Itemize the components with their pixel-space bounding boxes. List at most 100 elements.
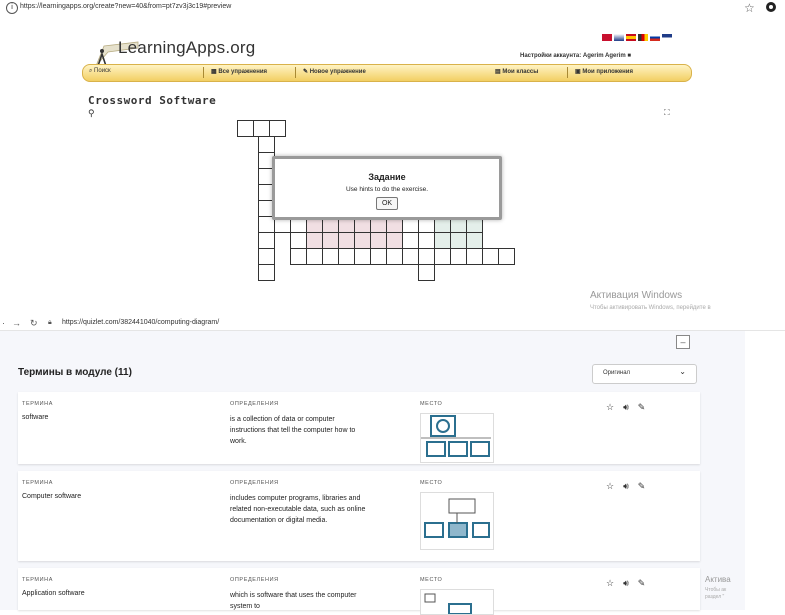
windows-activation-line-1: Чтобы ак: [705, 587, 727, 593]
definition-header: ОПРЕДЕЛЕНИЯ: [230, 401, 279, 407]
crossword-cell[interactable]: [434, 248, 451, 265]
bottom-url-text[interactable]: https://quizlet.com/382441040/computing-…: [62, 319, 219, 326]
my-apps-label: Мои приложения: [582, 69, 633, 75]
term-header: ТЕРМИНА: [22, 577, 54, 583]
crossword-cell[interactable]: [338, 232, 355, 249]
ok-button[interactable]: OK: [376, 197, 398, 210]
audio-icon[interactable]: 🔊︎: [623, 402, 638, 412]
star-icon[interactable]: ☆: [606, 481, 623, 491]
sort-order-value: Оригинал: [603, 370, 631, 376]
crossword-cell[interactable]: [290, 232, 307, 249]
sort-order-select[interactable]: Оригинал ⌄: [592, 364, 697, 384]
crossword-cell[interactable]: [402, 248, 419, 265]
crossword-cell[interactable]: [450, 248, 467, 265]
crossword-cell[interactable]: [466, 232, 483, 249]
diagram-thumbnail[interactable]: [420, 589, 494, 615]
crossword-cell[interactable]: [306, 232, 323, 249]
place-header: МЕСТО: [420, 480, 443, 486]
account-settings[interactable]: Настройки аккаунта: Agerim Agerim ■: [520, 53, 631, 59]
crossword-cell[interactable]: [322, 232, 339, 249]
edit-icon[interactable]: ✎: [638, 481, 655, 491]
windows-activation-subtitle-2: Чтобы ак раздел ": [705, 587, 726, 601]
card-actions: ☆🔊︎✎: [606, 578, 654, 589]
lock-icon[interactable]: 🔒︎: [48, 319, 52, 327]
crossword-cell[interactable]: [306, 248, 323, 265]
place-header: МЕСТО: [420, 401, 443, 407]
account-settings-label[interactable]: Настройки аккаунта: Agerim Agerim: [520, 53, 626, 59]
star-icon[interactable]: ☆: [606, 578, 623, 588]
language-flags[interactable]: [602, 34, 672, 41]
crossword-cell[interactable]: [258, 136, 275, 153]
crossword-cell[interactable]: [258, 248, 275, 265]
crossword-cell[interactable]: [258, 232, 275, 249]
classes-icon: ▤: [495, 69, 501, 75]
my-apps-menu-item[interactable]: ▣ Мои приложения: [575, 68, 633, 75]
edit-icon[interactable]: ✎: [638, 578, 655, 588]
pencil-icon: ✎: [303, 69, 309, 75]
reload-icon[interactable]: ↻: [30, 318, 38, 329]
new-exercise-menu-item[interactable]: ✎ Новое упражнение: [303, 68, 366, 75]
crossword-cell[interactable]: [253, 120, 270, 137]
crossword-cell[interactable]: [450, 232, 467, 249]
audio-icon[interactable]: 🔊︎: [623, 481, 638, 491]
crossword-cell[interactable]: [498, 248, 515, 265]
main-menu-bar: ⌕ Поиск ▦ Все упражнения ✎ Новое упражне…: [82, 64, 692, 82]
extension-icon[interactable]: [766, 2, 776, 12]
crossword-cell[interactable]: [269, 120, 286, 137]
crossword-cell[interactable]: [322, 248, 339, 265]
crossword-cell[interactable]: [354, 248, 371, 265]
edit-icon[interactable]: ✎: [638, 402, 655, 412]
crossword-cell[interactable]: [434, 232, 451, 249]
star-icon[interactable]: ☆: [606, 402, 623, 412]
terms-heading: Термины в модуле (11): [18, 367, 132, 378]
crossword-cell[interactable]: [418, 264, 435, 281]
task-dialog: Задание Use hints to do the exercise. OK: [272, 156, 502, 220]
crossword-cell[interactable]: [338, 248, 355, 265]
crossword-cell[interactable]: [370, 232, 387, 249]
exercise-title: Crossword Software: [88, 94, 217, 107]
term-card: ТЕРМИНА ОПРЕДЕЛЕНИЯ МЕСТО Computer softw…: [18, 471, 700, 561]
info-icon[interactable]: i: [6, 2, 18, 14]
bookmark-star-icon[interactable]: ☆: [744, 1, 755, 15]
diagram-thumbnail[interactable]: [420, 413, 494, 463]
forward-arrow-icon[interactable]: →: [12, 318, 21, 328]
crossword-cell[interactable]: [418, 232, 435, 249]
crossword-cell[interactable]: [237, 120, 254, 137]
crossword-cell[interactable]: [258, 264, 275, 281]
bottom-address-bar[interactable]: · → ↻ 🔒︎ https://quizlet.com/382441040/c…: [0, 314, 785, 331]
hint-icon[interactable]: ⚲: [88, 108, 95, 119]
crossword-cell[interactable]: [466, 248, 483, 265]
crossword-cell[interactable]: [482, 248, 499, 265]
back-arrow-icon[interactable]: ·: [2, 318, 5, 328]
term-header: ТЕРМИНА: [22, 480, 54, 486]
crossword-cell[interactable]: [354, 232, 371, 249]
top-address-bar[interactable]: i https://learningapps.org/create?new=40…: [0, 0, 785, 16]
top-url-text[interactable]: https://learningapps.org/create?new=40&f…: [20, 3, 231, 10]
crossword-cell[interactable]: [386, 232, 403, 249]
collapse-button[interactable]: –: [676, 335, 690, 349]
crossword-cell[interactable]: [386, 248, 403, 265]
all-exercises-menu-item[interactable]: ▦ Все упражнения: [211, 68, 267, 75]
crossword-cell[interactable]: [290, 248, 307, 265]
card-actions: ☆🔊︎✎: [606, 402, 654, 413]
term-text: Application software: [22, 590, 85, 597]
crossword-cell[interactable]: [370, 248, 387, 265]
logo-text[interactable]: LearningApps.org: [118, 38, 255, 58]
diagram-thumbnail[interactable]: [420, 492, 494, 550]
crossword-cell[interactable]: [418, 248, 435, 265]
my-classes-menu-item[interactable]: ▤ Мои классы: [495, 68, 538, 75]
term-card: ТЕРМИНА ОПРЕДЕЛЕНИЯ МЕСТО software is a …: [18, 392, 700, 464]
user-icon[interactable]: ■: [627, 53, 631, 59]
windows-activation-title: Активация Windows: [590, 290, 683, 301]
fullscreen-icon[interactable]: ⛶: [664, 108, 670, 118]
dialog-message: Use hints to do the exercise.: [345, 186, 428, 193]
windows-activation-title-2: Актива: [705, 575, 731, 584]
my-classes-label: Мои классы: [502, 69, 539, 75]
search-icon: ⌕: [89, 68, 93, 74]
new-exercise-label: Новое упражнение: [309, 69, 366, 75]
term-text: software: [22, 414, 49, 421]
dialog-title: Задание: [368, 172, 406, 182]
definition-text: includes computer programs, libraries an…: [230, 495, 366, 524]
audio-icon[interactable]: 🔊︎: [623, 578, 638, 588]
search-menu-item[interactable]: ⌕ Поиск: [89, 68, 111, 75]
